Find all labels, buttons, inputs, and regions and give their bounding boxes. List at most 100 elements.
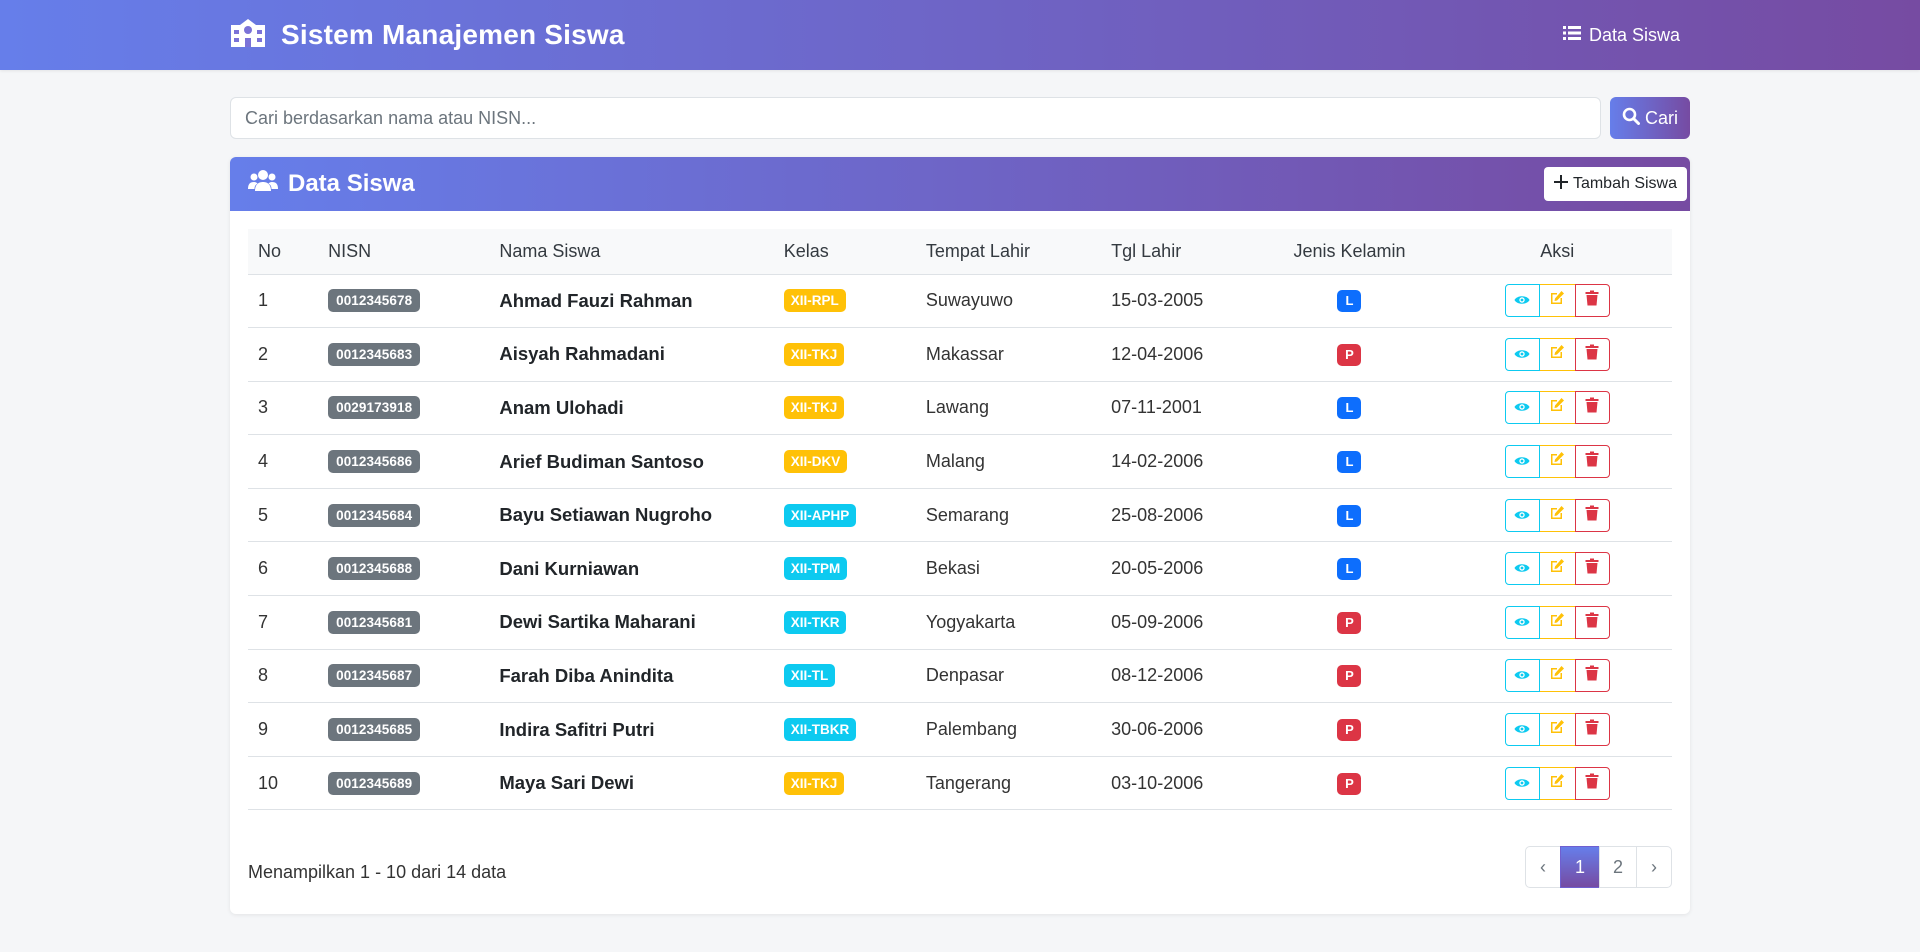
cell-no: 7 [248,595,319,650]
cell-gender: P [1256,327,1443,382]
table-row: 7 0012345681 Dewi Sartika Maharani XII-T… [248,595,1672,650]
cell-birthdate: 05-09-2006 [1101,595,1257,650]
cell-no: 10 [248,756,319,811]
edit-button[interactable] [1539,713,1575,747]
delete-button[interactable] [1574,552,1610,586]
view-button[interactable] [1504,391,1540,425]
view-button[interactable] [1504,713,1540,747]
cell-birthdate: 03-10-2006 [1101,756,1257,811]
edit-button[interactable] [1539,284,1575,318]
navbar-brand[interactable]: Sistem Manajemen Siswa [230,18,625,53]
delete-button[interactable] [1574,391,1610,425]
nisn-badge: 0012345681 [328,610,421,634]
view-button[interactable] [1504,766,1540,800]
nisn-badge: 0012345683 [328,342,421,366]
delete-button[interactable] [1574,445,1610,479]
table-row: 6 0012345688 Dani Kurniawan XII-TPM Beka… [248,541,1672,597]
edit-icon [1549,558,1565,579]
view-button[interactable] [1504,605,1540,639]
row-actions [1504,605,1610,639]
delete-button[interactable] [1574,659,1610,693]
edit-button[interactable] [1539,337,1575,371]
student-name: Indira Safitri Putri [499,718,655,740]
search-button[interactable]: Cari [1610,97,1690,139]
trash-icon [1585,397,1599,418]
edit-icon [1549,665,1565,686]
cell-nisn: 0012345684 [318,488,490,543]
view-button[interactable] [1504,337,1540,371]
trash-icon [1585,719,1599,740]
cell-nisn: 0029173918 [318,381,490,436]
eye-icon [1514,290,1530,311]
edit-button[interactable] [1539,498,1575,532]
edit-button[interactable] [1539,766,1575,800]
search-input[interactable] [230,97,1601,139]
delete-button[interactable] [1574,284,1610,318]
cell-class: XII-TKR [773,595,916,650]
cell-gender: L [1256,381,1443,436]
cell-birthplace: Suwayuwo [915,274,1102,329]
cell-class: XII-TL [773,649,916,704]
delete-button[interactable] [1574,498,1610,532]
cell-class: XII-TKJ [773,381,916,436]
cell-no: 4 [248,434,319,489]
table-row: 4 0012345686 Arief Budiman Santoso XII-D… [248,434,1672,489]
view-button[interactable] [1504,284,1540,318]
users-icon [248,169,278,200]
gender-badge: P [1337,772,1362,795]
cell-nisn: 0012345685 [318,702,490,757]
search-row: Cari [230,97,1690,139]
edit-icon [1549,505,1565,526]
header-gender: Jenis Kelamin [1256,229,1443,275]
search-button-label: Cari [1644,107,1678,128]
row-actions [1504,337,1610,371]
row-actions [1504,498,1610,532]
table-row: 10 0012345689 Maya Sari Dewi XII-TKJ Tan… [248,756,1672,811]
view-button[interactable] [1504,445,1540,479]
pagination-prev[interactable]: ‹ [1525,846,1561,889]
row-actions [1504,445,1610,479]
cell-gender: L [1256,434,1443,489]
cell-no: 1 [248,274,319,329]
delete-button[interactable] [1574,766,1610,800]
edit-button[interactable] [1539,391,1575,425]
edit-button[interactable] [1539,605,1575,639]
cell-actions [1442,702,1672,757]
brand-title: Sistem Manajemen Siswa [281,19,625,50]
view-button[interactable] [1504,498,1540,532]
trash-icon [1585,773,1599,794]
trash-icon [1585,290,1599,311]
gender-badge: L [1337,290,1362,313]
cell-birthdate: 12-04-2006 [1101,327,1257,382]
view-button[interactable] [1504,552,1540,586]
cell-class: XII-DKV [773,434,916,489]
add-student-button[interactable]: Tambah Siswa [1543,167,1687,201]
pagination-next[interactable]: › [1636,846,1672,889]
cell-name: Maya Sari Dewi [489,756,774,811]
cell-birthplace: Malang [915,434,1102,489]
table-row: 3 0029173918 Anam Ulohadi XII-TKJ Lawang… [248,381,1672,436]
delete-button[interactable] [1574,605,1610,639]
cell-name: Arief Budiman Santoso [489,434,774,489]
delete-button[interactable] [1574,713,1610,747]
cell-birthdate: 14-02-2006 [1101,434,1257,489]
eye-icon [1514,505,1530,526]
cell-actions [1442,649,1672,704]
delete-button[interactable] [1574,337,1610,371]
list-icon [1562,25,1581,46]
pagination-page-1[interactable]: 1 [1560,846,1600,889]
pagination-page-2[interactable]: 2 [1599,846,1637,889]
edit-button[interactable] [1539,659,1575,693]
class-badge: XII-TKJ [783,342,845,366]
class-badge: XII-TBKR [783,718,857,742]
edit-icon [1549,719,1565,740]
view-button[interactable] [1504,659,1540,693]
edit-button[interactable] [1539,445,1575,479]
nav-link-data-siswa[interactable]: Data Siswa [1562,25,1680,46]
edit-button[interactable] [1539,552,1575,586]
gender-badge: P [1337,611,1362,634]
eye-icon [1514,344,1530,365]
eye-icon [1514,558,1530,579]
plus-icon [1553,174,1568,194]
cell-name: Ahmad Fauzi Rahman [489,274,774,329]
